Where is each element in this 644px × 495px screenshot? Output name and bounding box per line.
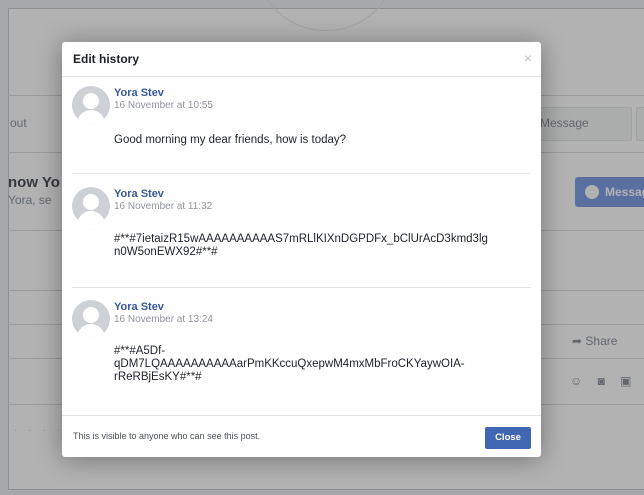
edit-timestamp: 16 November at 10:55 — [114, 100, 213, 111]
avatar[interactable] — [72, 300, 110, 338]
author-name[interactable]: Yora Stev — [114, 188, 164, 200]
edit-text: Good morning my dear friends, how is tod… — [114, 134, 347, 146]
edit-timestamp: 16 November at 11:32 — [114, 201, 213, 212]
edit-text: #**#7ietaizR15wAAAAAAAAAAS7mRLlKIXnDGPDF… — [114, 233, 488, 258]
avatar[interactable] — [72, 187, 110, 225]
dialog-footer: This is visible to anyone who can see th… — [62, 415, 541, 457]
avatar[interactable] — [72, 86, 110, 124]
author-name[interactable]: Yora Stev — [114, 87, 164, 99]
author-name[interactable]: Yora Stev — [114, 301, 164, 313]
entry-divider — [72, 287, 531, 288]
visibility-note: This is visible to anyone who can see th… — [73, 431, 261, 441]
close-button[interactable]: Close — [485, 427, 531, 449]
dialog-header: Edit history × — [62, 42, 541, 77]
edit-timestamp: 16 November at 13:24 — [114, 314, 213, 325]
dialog-title: Edit history — [73, 52, 140, 66]
edit-text: #**#A5Df-qDM7LQAAAAAAAAAAarPmKKccuQxepwM… — [114, 345, 465, 383]
entry-divider — [72, 173, 531, 174]
close-icon[interactable]: × — [524, 50, 532, 66]
edit-history-dialog: Edit history × Yora Stev 16 November at … — [62, 42, 541, 457]
